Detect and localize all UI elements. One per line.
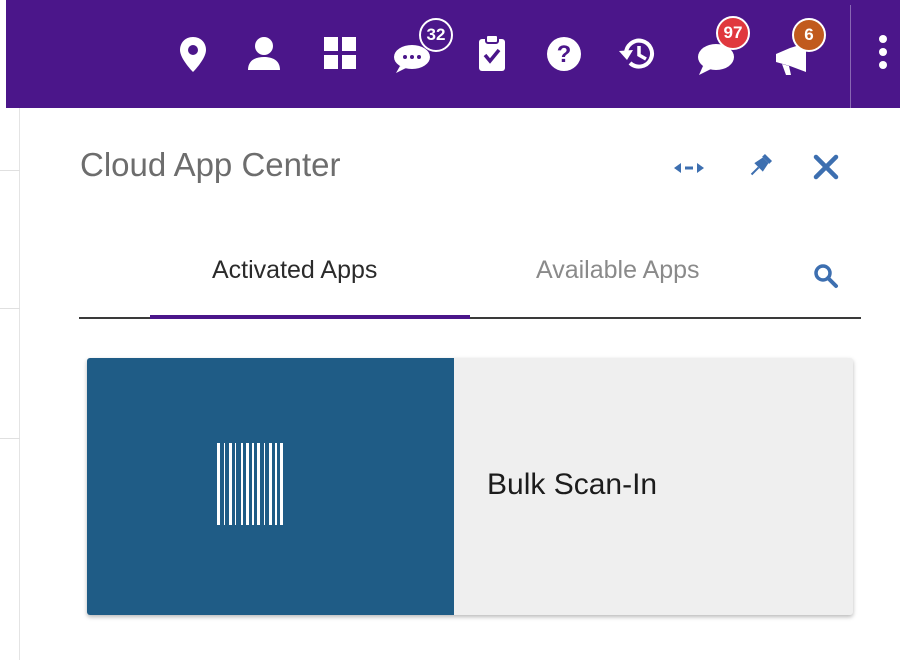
app-thumbnail — [87, 358, 454, 615]
barcode-stripe — [264, 443, 265, 525]
barcode-stripe — [217, 443, 220, 525]
tab-available-apps[interactable]: Available Apps — [536, 256, 700, 285]
search-icon[interactable] — [813, 263, 839, 294]
background-divider — [0, 438, 20, 439]
background-divider — [0, 308, 20, 309]
close-icon[interactable] — [813, 154, 839, 185]
user-icon[interactable] — [246, 36, 282, 72]
background-divider — [0, 170, 20, 171]
barcode-stripe — [269, 443, 272, 525]
barcode-stripe — [241, 443, 243, 525]
app-name: Bulk Scan-In — [487, 468, 658, 501]
barcode-stripe — [229, 443, 232, 525]
more-vertical-icon[interactable] — [878, 34, 888, 70]
chat-count-badge: 32 — [419, 18, 453, 52]
app-grid-icon[interactable] — [323, 36, 357, 70]
active-tab-indicator — [150, 315, 470, 319]
help-icon[interactable]: ? — [546, 36, 582, 72]
barcode-stripe — [257, 443, 260, 525]
barcode-stripe — [246, 443, 249, 525]
panel-title: Cloud App Center — [80, 146, 341, 183]
barcode-stripe — [235, 443, 236, 525]
alerts-count-badge: 97 — [716, 16, 750, 50]
app-card-bulk-scan-in[interactable]: Bulk Scan-In — [87, 358, 853, 615]
topbar-divider — [850, 5, 851, 108]
announcements-count-badge: 6 — [792, 18, 826, 52]
barcode-stripe — [280, 443, 283, 525]
history-icon[interactable] — [617, 34, 657, 74]
tab-activated-apps[interactable]: Activated Apps — [212, 256, 377, 285]
barcode-stripe — [252, 443, 254, 525]
clipboard-check-icon[interactable] — [476, 34, 508, 72]
barcode-icon — [217, 443, 323, 530]
top-app-bar: 32 ? 97 6 — [6, 0, 900, 108]
expand-horizontal-icon[interactable] — [673, 160, 705, 181]
svg-text:?: ? — [557, 41, 572, 68]
barcode-stripe — [275, 443, 277, 525]
location-pin-icon[interactable] — [178, 36, 208, 74]
background-page-edge — [0, 108, 20, 660]
barcode-stripe — [224, 443, 225, 525]
pin-icon[interactable] — [747, 153, 773, 184]
